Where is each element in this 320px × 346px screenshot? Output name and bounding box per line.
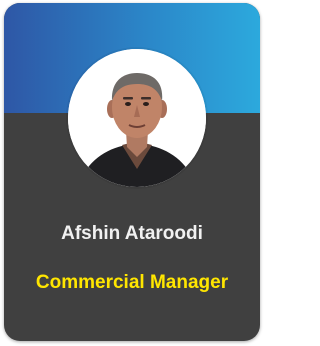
person-portrait-icon bbox=[68, 49, 206, 187]
person-name: Afshin Ataroodi bbox=[61, 223, 203, 244]
profile-photo bbox=[68, 49, 206, 187]
job-title: Commercial Manager bbox=[35, 272, 229, 293]
profile-card: Afshin Ataroodi Commercial Manager bbox=[4, 3, 260, 341]
